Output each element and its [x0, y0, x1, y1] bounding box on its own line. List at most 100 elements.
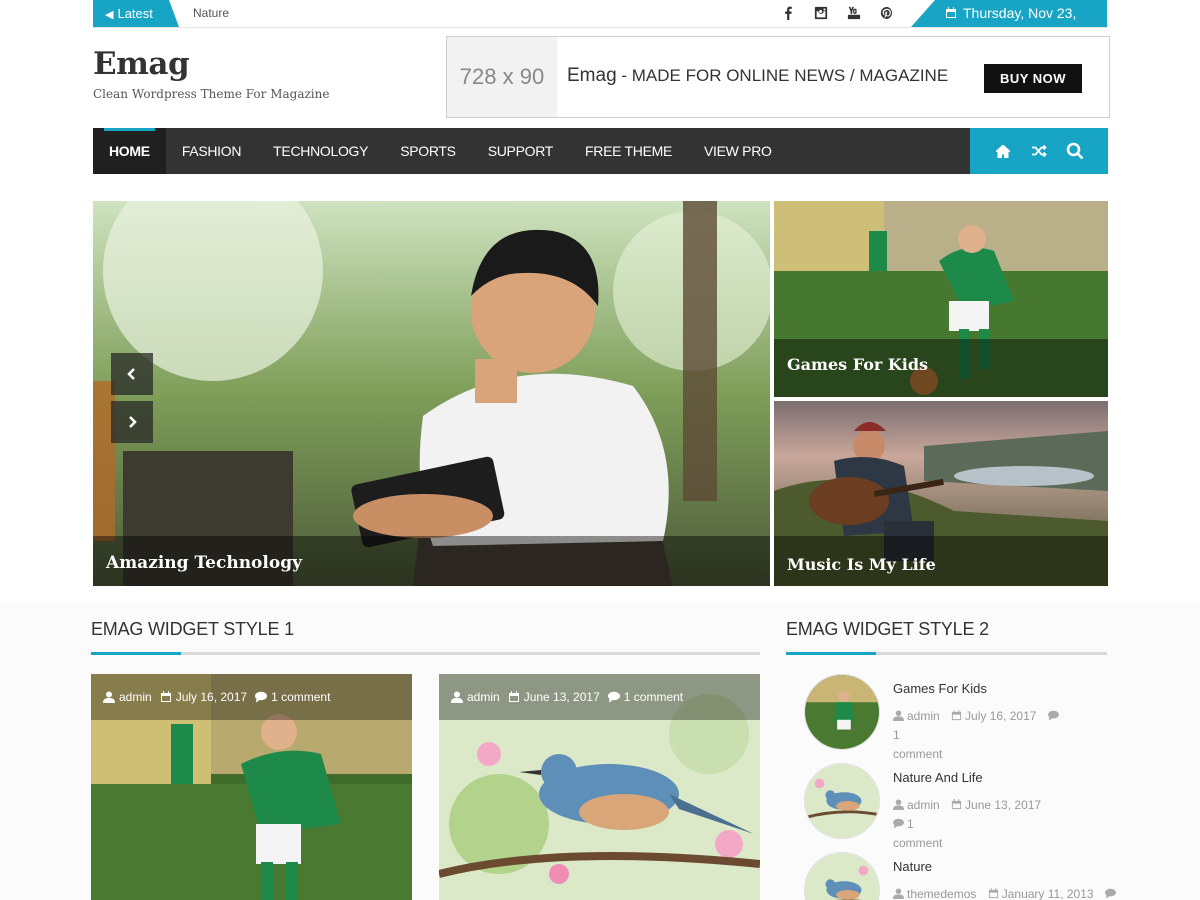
post-comments-text: 1 comment: [271, 690, 331, 704]
post-date-text: July 16, 2017: [175, 690, 248, 704]
comment-icon: [1047, 710, 1059, 721]
post-date-text[interactable]: January 11, 2013: [1002, 887, 1094, 900]
user-icon: [103, 691, 115, 703]
widget1-post-meta-2: admin June 13, 2017 1 comment: [439, 674, 760, 720]
widget2-post-title[interactable]: Nature: [893, 859, 932, 874]
calendar-icon: [951, 710, 962, 721]
nav-item-support[interactable]: SUPPORT: [472, 128, 569, 174]
nav-item-home[interactable]: HOME: [93, 128, 166, 174]
calendar-icon: [508, 691, 519, 702]
user-icon: [893, 710, 904, 721]
widget2-title-underline: [786, 652, 1107, 655]
top-bar: ◀Latest Nature Thursday, Nov 23, 2017: [0, 0, 1200, 28]
chevron-left-icon: [127, 368, 135, 380]
ad-size-label: 728 x 90: [447, 37, 557, 117]
widget2-post-meta: themedemos January 11, 2013: [893, 885, 1123, 900]
user-icon: [451, 691, 463, 703]
nav-item-technology[interactable]: TECHNOLOGY: [257, 128, 384, 174]
widget1-title: EMAG WIDGET STYLE 1: [91, 619, 294, 639]
top-bar-divider: [93, 27, 1107, 28]
ad-text: Emag - MADE FOR ONLINE NEWS / MAGAZINE: [567, 65, 948, 87]
widget2-post-meta: admin July 16, 2017 1 comment: [893, 707, 1063, 764]
comment-icon: [255, 691, 268, 703]
post-comments-count[interactable]: 1: [907, 817, 914, 831]
facebook-icon[interactable]: [771, 0, 804, 26]
hero-side-post-2[interactable]: Music Is My Life: [774, 401, 1108, 586]
widget2-title: EMAG WIDGET STYLE 2: [786, 619, 989, 639]
widget1-title-underline: [91, 652, 760, 655]
post-author-name: admin: [467, 690, 500, 704]
post-author[interactable]: admin: [103, 690, 152, 704]
search-icon[interactable]: [1063, 139, 1087, 163]
post-date[interactable]: June 13, 2017: [508, 690, 600, 704]
widget2-post-1[interactable]: Games For Kids admin July 16, 2017 1 com…: [804, 674, 1114, 761]
ad-brand: Emag: [567, 65, 617, 86]
post-author-name[interactable]: admin: [907, 709, 940, 723]
home-icon[interactable]: [991, 139, 1015, 163]
hero-main-title[interactable]: Amazing Technology: [106, 553, 302, 573]
post-comments-count[interactable]: 1: [893, 728, 900, 742]
post-comments[interactable]: 1 comment: [607, 690, 683, 704]
post-author-name[interactable]: themedemos: [907, 887, 976, 900]
calendar-icon: [988, 888, 998, 899]
header-advertisement[interactable]: 728 x 90 Emag - MADE FOR ONLINE NEWS / M…: [446, 36, 1110, 118]
comment-icon: [1104, 888, 1116, 899]
ad-slogan: - MADE FOR ONLINE NEWS / MAGAZINE: [616, 66, 949, 85]
comment-icon: [893, 818, 904, 829]
chevron-right-icon: [129, 416, 137, 428]
site-logo[interactable]: Emag: [93, 46, 190, 82]
post-comments-word[interactable]: comment: [893, 747, 942, 761]
nav-item-fashion[interactable]: FASHION: [166, 128, 257, 174]
user-icon: [893, 799, 904, 810]
slider-prev-button[interactable]: [111, 353, 153, 395]
widget1-post-1[interactable]: admin July 16, 2017 1 comment: [91, 674, 412, 900]
widget2-post-3[interactable]: Nature themedemos January 11, 2013: [804, 852, 1116, 900]
post-date-text[interactable]: July 16, 2017: [965, 709, 1036, 723]
nav-item-free-theme[interactable]: FREE THEME: [569, 128, 688, 174]
hero-side-title-2[interactable]: Music Is My Life: [787, 555, 936, 574]
post-date-text[interactable]: June 13, 2017: [965, 798, 1041, 812]
nav-icon-group: [970, 128, 1108, 174]
current-date: Thursday, Nov 23, 2017: [911, 0, 1107, 27]
comment-icon: [607, 691, 620, 703]
megaphone-icon: ◀: [105, 9, 114, 21]
widget2-thumb-image-2: [805, 764, 879, 838]
nav-item-sports[interactable]: SPORTS: [384, 128, 472, 174]
latest-badge: ◀ Latest: [93, 0, 179, 27]
slider-next-button[interactable]: [111, 401, 153, 443]
widget2-post-thumbnail[interactable]: [804, 763, 880, 839]
post-comments-word[interactable]: comment: [893, 836, 942, 850]
hero-main-image: [93, 201, 770, 586]
pinterest-icon[interactable]: [870, 0, 903, 26]
widget2-post-2[interactable]: Nature And Life admin June 13, 2017 1 co…: [804, 763, 1114, 850]
widget2-post-meta: admin June 13, 2017 1 comment: [893, 796, 1063, 853]
nav-menu: HOME FASHION TECHNOLOGY SPORTS SUPPORT FREE T…: [93, 128, 788, 174]
social-links: [771, 0, 903, 26]
widget1-post-2[interactable]: admin June 13, 2017 1 comment: [439, 674, 760, 900]
widget2-post-thumbnail[interactable]: [804, 852, 880, 900]
shuffle-icon[interactable]: [1027, 139, 1051, 163]
post-author[interactable]: admin: [451, 690, 500, 704]
nav-item-view-pro[interactable]: VIEW PRO: [688, 128, 788, 174]
buy-now-button[interactable]: BUY NOW: [984, 64, 1082, 93]
widget2-post-title[interactable]: Nature And Life: [893, 770, 983, 785]
widget2-thumb-image-1: [805, 675, 879, 749]
post-date-text: June 13, 2017: [523, 690, 600, 704]
calendar-icon: [951, 799, 962, 810]
youtube-icon[interactable]: [837, 0, 870, 26]
post-comments[interactable]: 1 comment: [255, 690, 330, 704]
post-author-name[interactable]: admin: [907, 798, 940, 812]
widget1-post-meta-1: admin July 16, 2017 1 comment: [91, 674, 412, 720]
user-icon: [893, 888, 904, 899]
calendar-icon: [946, 7, 956, 18]
instagram-icon[interactable]: [804, 0, 837, 26]
hero-side-post-1[interactable]: Games For Kids: [774, 201, 1108, 397]
widget2-thumb-image-3: [805, 853, 879, 900]
calendar-icon: [160, 691, 171, 702]
news-ticker-item[interactable]: Nature: [193, 0, 229, 26]
hero-main-slide[interactable]: Amazing Technology: [93, 201, 770, 586]
post-date[interactable]: July 16, 2017: [160, 690, 247, 704]
hero-side-title-1[interactable]: Games For Kids: [787, 355, 928, 374]
widget2-post-thumbnail[interactable]: [804, 674, 880, 750]
widget2-post-title[interactable]: Games For Kids: [893, 681, 987, 696]
